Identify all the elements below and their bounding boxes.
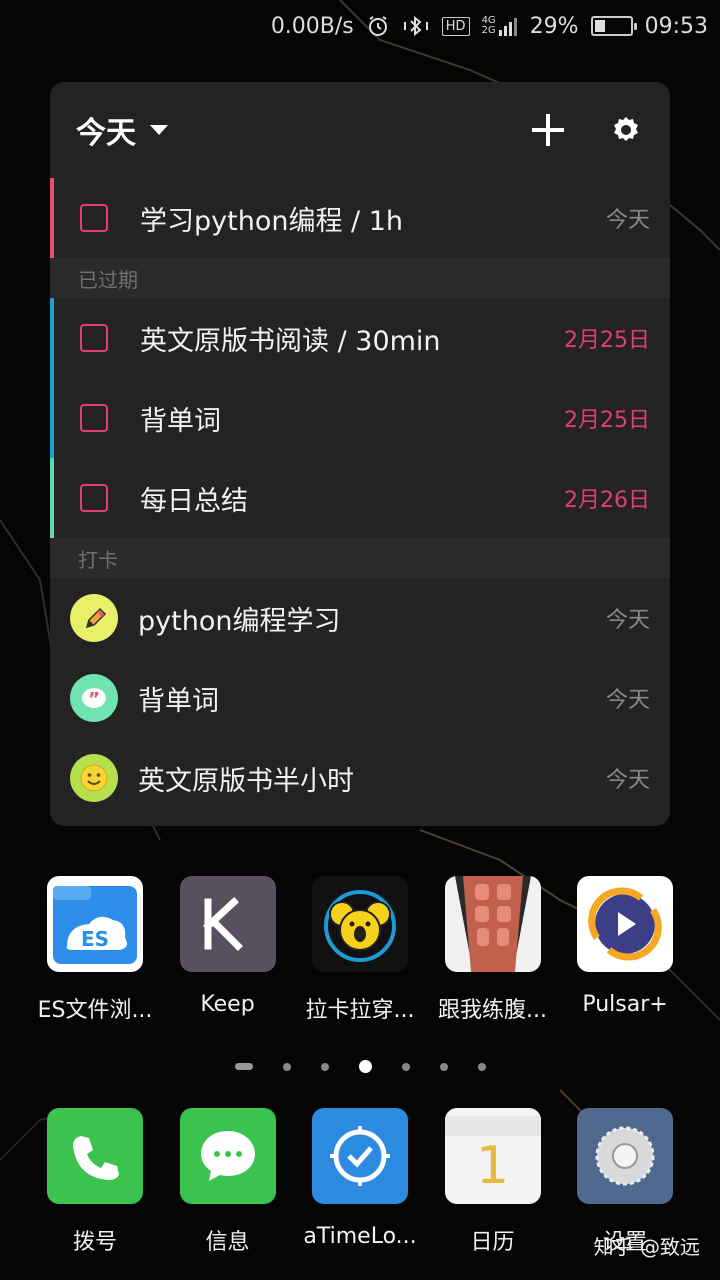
app-label: 跟我练腹... (438, 998, 547, 1023)
task-row[interactable]: 每日总结 2月26日 (50, 458, 670, 538)
app-dialer[interactable]: 拨号 (40, 1108, 150, 1256)
signal-icon: 4G 2G (482, 15, 518, 37)
calendar-day: 1 (475, 1136, 510, 1196)
app-label: 拨号 (72, 1230, 117, 1255)
pencil-icon[interactable] (70, 594, 118, 642)
battery-icon (590, 16, 637, 36)
dropdown-caret-icon[interactable] (150, 125, 168, 135)
app-es-file-explorer[interactable]: ES ES文件浏... (37, 876, 153, 1024)
app-pulsar[interactable]: Pulsar+ (570, 876, 680, 1024)
app-atimelogger[interactable]: aTimeLo... (303, 1108, 417, 1256)
message-icon[interactable] (179, 1108, 276, 1204)
habit-date: 今天 (605, 608, 650, 633)
app-calendar[interactable]: 1 日历 (438, 1108, 548, 1256)
app-keep[interactable]: Keep (173, 876, 283, 1024)
page-dot[interactable] (320, 1062, 329, 1071)
task-checkbox[interactable] (80, 404, 108, 432)
app-messages[interactable]: 信息 (173, 1108, 283, 1256)
atimelogger-icon[interactable] (312, 1108, 408, 1204)
app-lakala[interactable]: 拉卡拉穿... (305, 876, 415, 1024)
calendar-icon[interactable]: 1 (444, 1108, 541, 1204)
svg-text:”: ” (88, 689, 100, 710)
task-row[interactable]: 学习python编程 / 1h 今天 (50, 178, 670, 258)
bluetooth-vibrate-icon (402, 14, 430, 38)
task-row[interactable]: 背单词 2月25日 (50, 378, 670, 458)
task-date: 2月26日 (564, 488, 650, 513)
task-date: 2月25日 (564, 408, 650, 433)
page-dot-home[interactable] (234, 1063, 253, 1070)
task-title: 背单词 (140, 405, 221, 437)
app-label: 拉卡拉穿... (305, 998, 415, 1023)
widget-header: 今天 (50, 82, 670, 178)
habit-row[interactable]: ” 背单词 今天 (50, 658, 670, 738)
task-title: 每日总结 (140, 485, 248, 517)
page-dot-active[interactable] (358, 1060, 372, 1073)
habit-date: 今天 (605, 688, 650, 713)
es-file-explorer-icon[interactable]: ES (47, 876, 143, 972)
overdue-section-header: 已过期 (50, 258, 670, 298)
task-checkbox[interactable] (80, 204, 108, 232)
watermark: 知乎 @致远 (593, 1235, 700, 1259)
network-2g-label: 2G (481, 25, 496, 36)
app-label: 信息 (205, 1230, 250, 1255)
page-dot[interactable] (477, 1062, 486, 1071)
task-checkbox[interactable] (80, 484, 108, 512)
clock: 09:53 (644, 13, 708, 39)
habit-title: python编程学习 (138, 605, 341, 637)
pulsar-play-icon[interactable] (577, 876, 673, 972)
page-dot[interactable] (282, 1062, 291, 1071)
network-speed: 0.00B/s (270, 13, 354, 39)
task-date: 今天 (605, 208, 650, 233)
alarm-icon (366, 14, 390, 38)
habit-row[interactable]: 英文原版书半小时 今天 (50, 738, 670, 818)
ticktick-widget: 今天 学习python编程 / 1h 今天 已过期 英文原版书阅读 / 30mi… (50, 82, 670, 826)
task-row[interactable]: 英文原版书阅读 / 30min 2月25日 (50, 298, 670, 378)
app-abs-workout[interactable]: 跟我练腹... (438, 876, 548, 1024)
habit-title: 英文原版书半小时 (138, 765, 354, 797)
habit-row[interactable]: python编程学习 今天 (50, 578, 670, 658)
status-bar: 0.00B/s HD 4G 2G 29% 09:53 (0, 0, 720, 52)
app-label: Keep (200, 992, 255, 1017)
svg-text:ES: ES (81, 927, 109, 951)
app-label: 日历 (470, 1230, 515, 1255)
app-label: aTimeLo... (303, 1224, 417, 1249)
task-date: 2月25日 (564, 328, 650, 353)
task-title: 学习python编程 / 1h (140, 205, 403, 237)
keep-icon[interactable] (179, 876, 276, 972)
page-dot[interactable] (401, 1062, 410, 1071)
lakala-koala-icon[interactable] (312, 876, 408, 972)
page-indicator[interactable] (0, 1060, 720, 1073)
habit-title: 背单词 (138, 685, 219, 717)
page-dot[interactable] (439, 1062, 448, 1071)
battery-percent: 29% (529, 13, 579, 39)
widget-title[interactable]: 今天 (76, 108, 136, 152)
hd-badge: HD (441, 16, 470, 36)
add-task-button[interactable] (530, 112, 566, 148)
smiley-icon[interactable] (70, 754, 118, 802)
phone-icon[interactable] (47, 1108, 143, 1204)
task-title: 英文原版书阅读 / 30min (140, 325, 441, 357)
task-checkbox[interactable] (80, 324, 108, 352)
app-label: ES文件浏... (37, 998, 153, 1023)
habit-date: 今天 (605, 768, 650, 793)
habits-section-header: 打卡 (50, 538, 670, 578)
home-app-row: ES ES文件浏... Keep 拉卡拉穿... 跟我练腹... Pulsar+ (0, 876, 720, 1024)
gear-icon[interactable] (610, 114, 642, 146)
app-label: Pulsar+ (582, 992, 668, 1017)
settings-icon[interactable] (577, 1108, 673, 1204)
quote-icon[interactable]: ” (70, 674, 118, 722)
abs-workout-icon[interactable] (444, 876, 541, 972)
